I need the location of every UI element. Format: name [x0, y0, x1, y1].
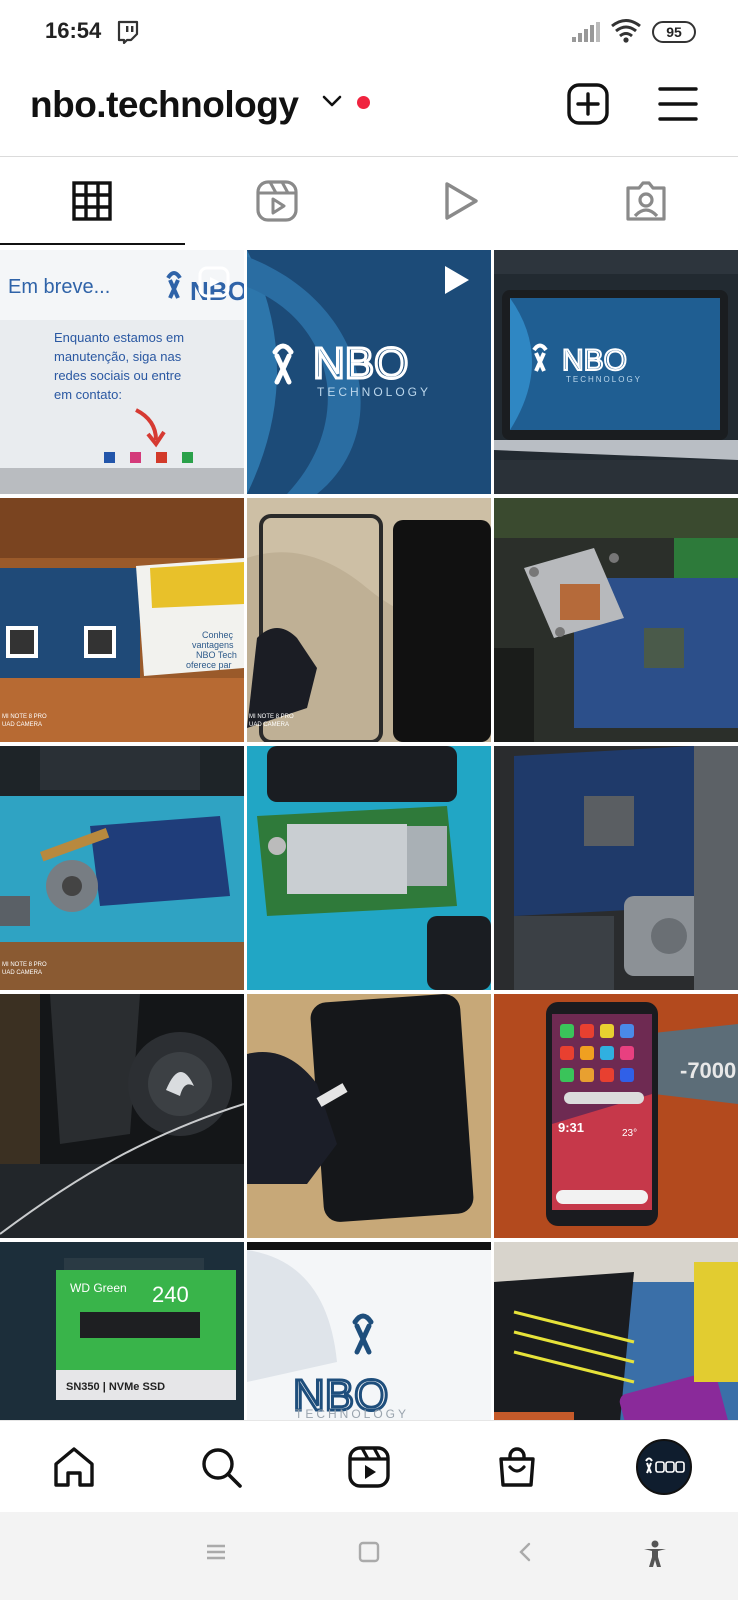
- grid-icon: [72, 181, 112, 221]
- reels-icon: [348, 1446, 390, 1488]
- status-bar: 16:54 95: [0, 0, 738, 64]
- post-label-text: SN350 | NVMe SSD: [66, 1381, 165, 1393]
- tagged-person-icon: [626, 181, 666, 221]
- accessibility-icon[interactable]: [642, 1540, 668, 1568]
- play-icon: [445, 182, 478, 220]
- post-tile[interactable]: MI NOTE 8 PRO UAD CAMERA: [0, 746, 244, 990]
- post-tile[interactable]: Em breve... NBO Enquanto estamos em manu…: [0, 250, 244, 494]
- post-thumbnail: NBO TECHNOLOGY: [247, 1242, 491, 1420]
- post-body-line: Enquanto estamos em: [54, 330, 184, 345]
- post-thumbnail: [247, 746, 491, 990]
- post-thumbnail: MI NOTE 8 PRO UAD CAMERA: [247, 498, 491, 742]
- post-tile[interactable]: Conheç vantagens NBO Tech oferece par MI…: [0, 498, 244, 742]
- nav-shop[interactable]: [443, 1421, 591, 1513]
- post-thumbnail: Em breve... NBO Enquanto estamos em manu…: [0, 250, 244, 494]
- post-label-text: WD Green: [70, 1281, 127, 1295]
- camera-tag: UAD CAMERA: [2, 722, 42, 728]
- post-tile[interactable]: [494, 1242, 738, 1420]
- profile-header: nbo.technology: [0, 64, 738, 156]
- post-label-text: 240: [152, 1282, 189, 1307]
- camera-tag: MI NOTE 8 PRO: [2, 962, 47, 968]
- avatar: [636, 1439, 693, 1495]
- post-tile[interactable]: [247, 746, 491, 990]
- post-body-line: em contato:: [54, 387, 122, 402]
- post-tile[interactable]: NBO TECHNOLOGY: [494, 250, 738, 494]
- tab-videos[interactable]: [369, 157, 554, 245]
- twitch-icon: [117, 20, 139, 44]
- post-tile[interactable]: NBO TECHNOLOGY: [247, 250, 491, 494]
- post-tile[interactable]: [494, 746, 738, 990]
- wifi-icon: [611, 19, 641, 43]
- post-thumbnail: -7000 9:31 23°: [494, 994, 738, 1238]
- back-icon[interactable]: [514, 1540, 538, 1564]
- post-body-line: manutenção, siga nas: [54, 349, 182, 364]
- post-tile[interactable]: WD Green 240 SN350 | NVMe SSD: [0, 1242, 244, 1420]
- post-tile[interactable]: -7000 9:31 23°: [494, 994, 738, 1238]
- add-square-icon: [567, 83, 609, 125]
- post-logo-subtext: TECHNOLOGY: [317, 385, 431, 399]
- post-thumbnail: [494, 498, 738, 742]
- camera-tag: MI NOTE 8 PRO: [249, 714, 294, 720]
- post-label-text: -7000: [680, 1058, 736, 1083]
- system-navigation-bar: [0, 1512, 738, 1600]
- camera-tag: UAD CAMERA: [249, 722, 289, 728]
- hamburger-menu-icon: [658, 87, 698, 121]
- nav-home[interactable]: [0, 1421, 148, 1513]
- shopping-bag-icon: [498, 1447, 535, 1487]
- chevron-down-icon[interactable]: [322, 94, 342, 108]
- post-logo-text: NBO: [562, 344, 627, 377]
- post-logo-subtext: TECHNOLOGY: [295, 1407, 409, 1420]
- posts-grid: Em breve... NBO Enquanto estamos em manu…: [0, 250, 738, 1420]
- menu-button[interactable]: [656, 82, 700, 126]
- post-logo-subtext: TECHNOLOGY: [566, 375, 642, 384]
- nav-search[interactable]: [148, 1421, 296, 1513]
- post-thumbnail: [247, 994, 491, 1238]
- post-thumbnail: [494, 1242, 738, 1420]
- profile-tabs: [0, 157, 738, 245]
- nbo-logo-icon: [645, 1457, 685, 1474]
- recents-menu-icon[interactable]: [204, 1540, 228, 1564]
- battery-level: 95: [666, 24, 682, 40]
- status-time: 16:54: [45, 18, 102, 43]
- reels-icon: [256, 180, 298, 222]
- nav-reels[interactable]: [295, 1421, 443, 1513]
- post-label-text: 23°: [622, 1128, 637, 1139]
- home-icon: [54, 1447, 94, 1487]
- post-tile[interactable]: NBO TECHNOLOGY: [247, 1242, 491, 1420]
- new-post-button[interactable]: [566, 82, 610, 126]
- post-thumbnail: [494, 746, 738, 990]
- post-thumbnail: NBO TECHNOLOGY: [494, 250, 738, 494]
- camera-tag: MI NOTE 8 PRO: [2, 714, 47, 720]
- search-icon: [202, 1448, 243, 1488]
- post-logo-text: NBO: [313, 339, 408, 388]
- camera-tag: UAD CAMERA: [2, 970, 42, 976]
- post-heading-text: Em breve...: [8, 276, 110, 298]
- post-thumbnail: MI NOTE 8 PRO UAD CAMERA: [0, 746, 244, 990]
- post-label-text: 9:31: [558, 1120, 584, 1135]
- post-thumbnail: WD Green 240 SN350 | NVMe SSD: [0, 1242, 244, 1420]
- post-thumbnail: Conheç vantagens NBO Tech oferece par MI…: [0, 498, 244, 742]
- post-text-line: oferece par: [186, 660, 232, 670]
- account-username[interactable]: nbo.technology: [30, 84, 299, 126]
- signal-icon: [572, 22, 600, 42]
- post-tile[interactable]: [494, 498, 738, 742]
- post-tile[interactable]: [247, 994, 491, 1238]
- bottom-navigation: [0, 1420, 738, 1513]
- tab-reels[interactable]: [185, 157, 370, 245]
- post-text-line: vantagens: [192, 640, 234, 650]
- post-tile[interactable]: MI NOTE 8 PRO UAD CAMERA: [247, 498, 491, 742]
- post-thumbnail: [0, 994, 244, 1238]
- tab-grid[interactable]: [0, 157, 185, 245]
- notification-dot: [357, 96, 370, 109]
- post-text-line: Conheç: [202, 630, 234, 640]
- post-body-line: redes sociais ou entre: [54, 368, 181, 383]
- post-text-line: NBO Tech: [196, 650, 237, 660]
- battery-indicator: 95: [652, 21, 696, 43]
- post-thumbnail: NBO TECHNOLOGY: [247, 250, 491, 494]
- tab-tagged[interactable]: [554, 157, 738, 245]
- post-tile[interactable]: [0, 994, 244, 1238]
- nav-profile[interactable]: [590, 1421, 738, 1513]
- home-square-icon[interactable]: [357, 1540, 381, 1564]
